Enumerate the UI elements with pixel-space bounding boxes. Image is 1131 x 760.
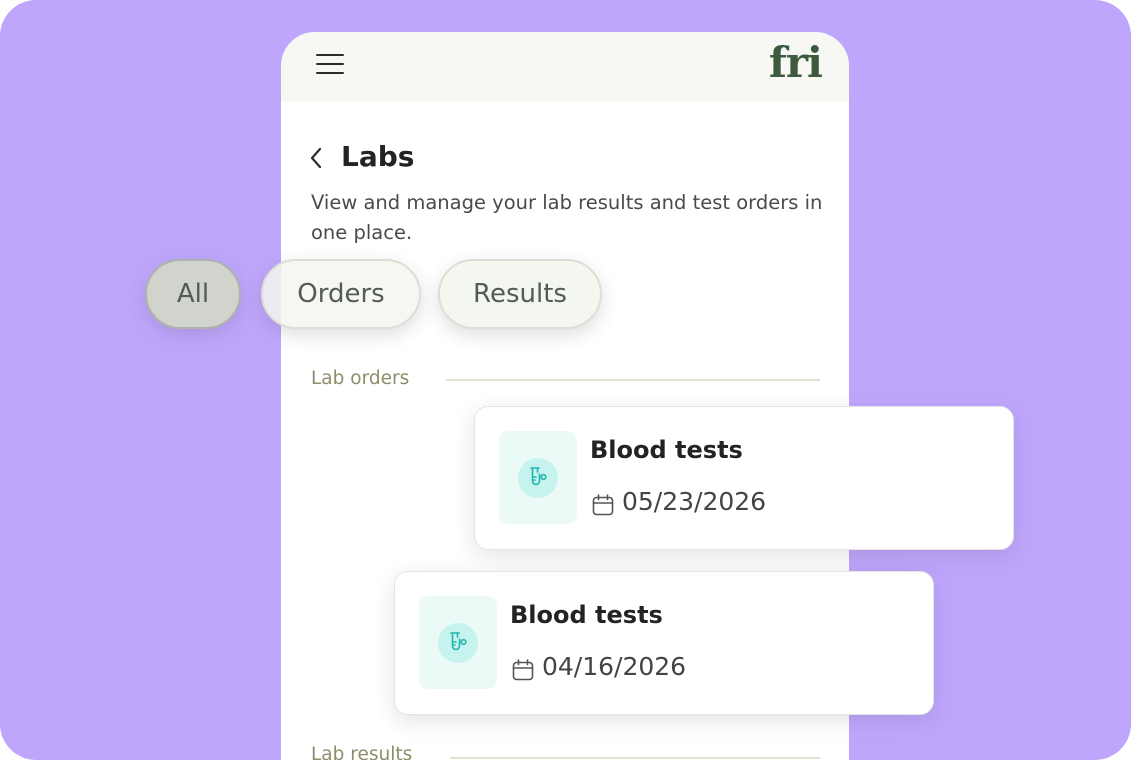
lab-order-card[interactable]: Blood tests 05/23/2026 <box>474 406 1014 550</box>
hamburger-menu-icon[interactable] <box>316 54 344 76</box>
calendar-icon <box>512 659 534 681</box>
page-title: Labs <box>341 140 415 173</box>
page-subtitle: View and manage your lab results and tes… <box>311 191 823 244</box>
card-title: Blood tests <box>510 601 663 629</box>
brand-logo: fri <box>768 38 823 87</box>
filter-chip-all[interactable]: All <box>145 259 241 329</box>
section-divider <box>450 757 820 759</box>
card-thumbnail <box>419 596 497 689</box>
card-thumbnail <box>499 431 577 524</box>
test-tube-icon <box>530 467 547 486</box>
filter-chip-results[interactable]: Results <box>438 259 602 329</box>
lab-order-card[interactable]: Blood tests 04/16/2026 <box>394 571 934 715</box>
app-bar: fri <box>281 32 849 101</box>
test-tube-icon <box>450 632 467 651</box>
filter-chip-orders[interactable]: Orders <box>261 259 421 329</box>
section-label-lab-results: Lab results <box>311 744 413 760</box>
card-title: Blood tests <box>590 436 743 464</box>
canvas-background: fri Labs View and manage your lab result… <box>0 0 1131 760</box>
section-divider <box>446 379 820 381</box>
card-date: 05/23/2026 <box>622 487 767 516</box>
section-label-lab-orders: Lab orders <box>311 368 410 389</box>
card-date: 04/16/2026 <box>542 652 687 681</box>
chevron-left-icon[interactable] <box>309 146 323 170</box>
calendar-icon <box>592 494 614 516</box>
